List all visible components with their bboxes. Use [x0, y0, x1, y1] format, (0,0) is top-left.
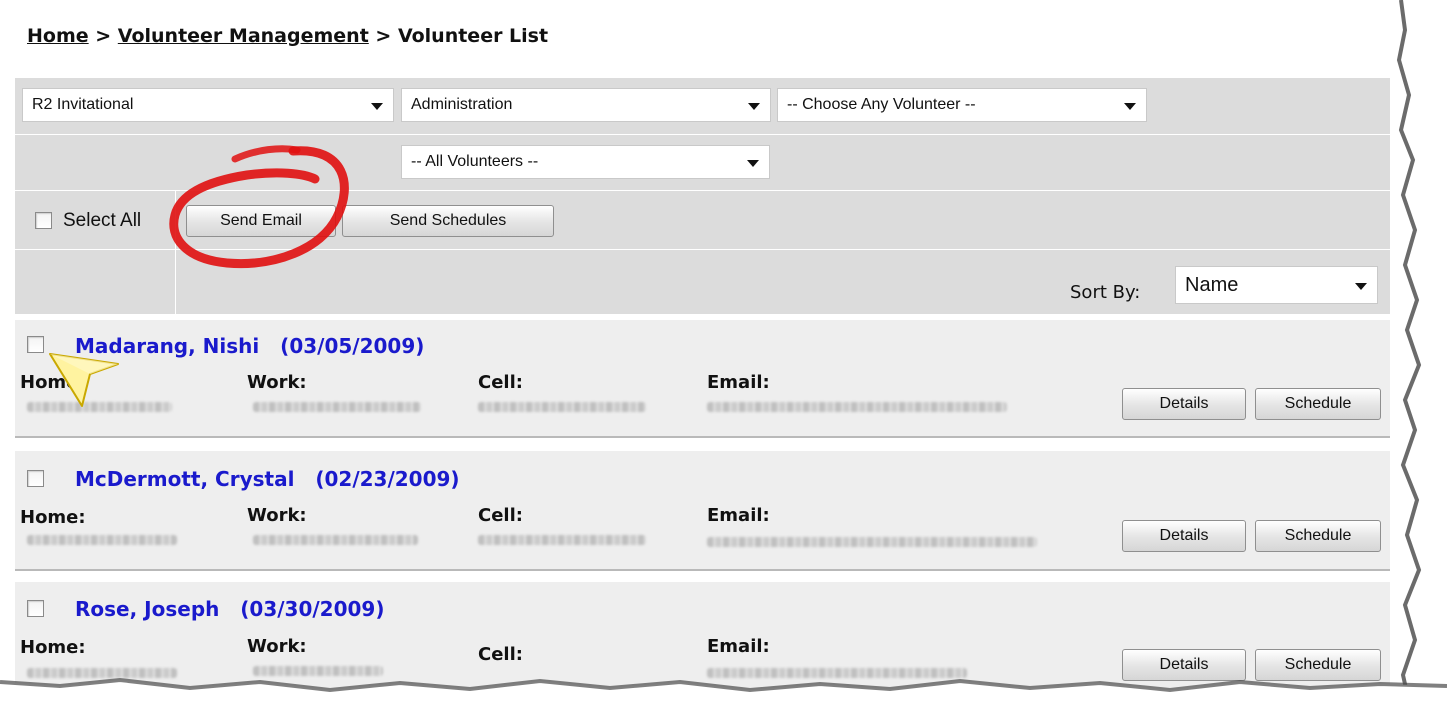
dropdown-arrow-icon: [371, 103, 383, 110]
cell-phone-label: Cell:: [478, 372, 523, 393]
breadcrumb-home-link[interactable]: Home: [27, 25, 89, 47]
redacted-work-phone: [253, 535, 418, 545]
volunteer-date: (02/23/2009): [315, 467, 460, 491]
home-phone-label: Home:: [20, 637, 86, 658]
breadcrumb-separator: >: [368, 25, 398, 47]
details-button[interactable]: Details: [1122, 649, 1246, 681]
torn-edge-right: [1396, 0, 1447, 702]
volunteer-name-link[interactable]: Rose, Joseph (03/30/2009): [75, 597, 384, 621]
panel-divider: [15, 134, 1390, 135]
work-phone-label: Work:: [247, 636, 307, 657]
breadcrumb-current: Volunteer List: [397, 25, 549, 47]
redacted-work-phone: [253, 402, 421, 412]
details-button[interactable]: Details: [1122, 520, 1246, 552]
volunteer-checkbox[interactable]: [27, 600, 44, 617]
send-schedules-button[interactable]: Send Schedules: [342, 205, 554, 237]
volunteer-name-link[interactable]: Madarang, Nishi (03/05/2009): [75, 334, 424, 358]
volunteer-row: McDermott, Crystal (02/23/2009) Home: Wo…: [15, 451, 1390, 571]
volunteer-select[interactable]: -- Choose Any Volunteer --: [777, 88, 1147, 122]
sort-by-label: Sort By:: [1070, 282, 1141, 303]
home-phone-label: Home:: [20, 507, 86, 528]
details-button[interactable]: Details: [1122, 388, 1246, 420]
email-label: Email:: [707, 636, 770, 657]
volunteer-name: McDermott, Crystal: [75, 467, 295, 491]
cursor-pointer-icon: [49, 353, 119, 407]
schedule-button[interactable]: Schedule: [1255, 520, 1381, 552]
volunteer-list-page: Home > Volunteer Management > Volunteer …: [0, 0, 1447, 702]
volunteer-checkbox[interactable]: [27, 336, 44, 353]
breadcrumb-separator: >: [88, 25, 118, 47]
work-phone-label: Work:: [247, 505, 307, 526]
department-select-value: Administration: [411, 96, 513, 113]
send-email-button[interactable]: Send Email: [186, 205, 336, 237]
breadcrumb: Home > Volunteer Management > Volunteer …: [27, 25, 548, 47]
redacted-email: [707, 402, 1007, 412]
cell-phone-label: Cell:: [478, 644, 523, 665]
volunteer-row: Madarang, Nishi (03/05/2009) Home: Work:…: [15, 320, 1390, 438]
email-label: Email:: [707, 372, 770, 393]
sort-by-select-value: Name: [1185, 274, 1239, 296]
torn-edge-bottom: [0, 678, 1447, 702]
redacted-cell-phone: [478, 402, 646, 412]
redacted-work-phone: [253, 666, 383, 676]
panel-divider: [15, 249, 1390, 250]
dropdown-arrow-icon: [748, 103, 760, 110]
redacted-email: [707, 537, 1037, 547]
work-phone-label: Work:: [247, 372, 307, 393]
volunteer-date: (03/30/2009): [240, 597, 385, 621]
volunteer-name-link[interactable]: McDermott, Crystal (02/23/2009): [75, 467, 460, 491]
volunteer-name: Rose, Joseph: [75, 597, 220, 621]
breadcrumb-volunteer-management-link[interactable]: Volunteer Management: [118, 25, 369, 47]
cell-phone-label: Cell:: [478, 505, 523, 526]
select-all-label: Select All: [63, 210, 142, 231]
panel-divider: [15, 190, 1390, 191]
dropdown-arrow-icon: [747, 160, 759, 167]
volunteer-date: (03/05/2009): [280, 334, 425, 358]
email-label: Email:: [707, 505, 770, 526]
schedule-button[interactable]: Schedule: [1255, 649, 1381, 681]
panel-divider: [175, 190, 176, 314]
redacted-home-phone: [27, 535, 177, 545]
sort-by-select[interactable]: Name: [1175, 266, 1378, 304]
volunteer-group-select[interactable]: -- All Volunteers --: [401, 145, 770, 179]
department-select[interactable]: Administration: [401, 88, 771, 122]
dropdown-arrow-icon: [1355, 283, 1367, 290]
event-select-value: R2 Invitational: [32, 96, 134, 113]
select-all-checkbox[interactable]: [35, 212, 52, 229]
volunteer-checkbox[interactable]: [27, 470, 44, 487]
redacted-email: [707, 668, 967, 678]
volunteer-select-value: -- Choose Any Volunteer --: [787, 96, 976, 113]
redacted-cell-phone: [478, 535, 646, 545]
event-select[interactable]: R2 Invitational: [22, 88, 394, 122]
volunteer-group-select-value: -- All Volunteers --: [411, 153, 539, 170]
schedule-button[interactable]: Schedule: [1255, 388, 1381, 420]
redacted-home-phone: [27, 668, 177, 678]
dropdown-arrow-icon: [1124, 103, 1136, 110]
